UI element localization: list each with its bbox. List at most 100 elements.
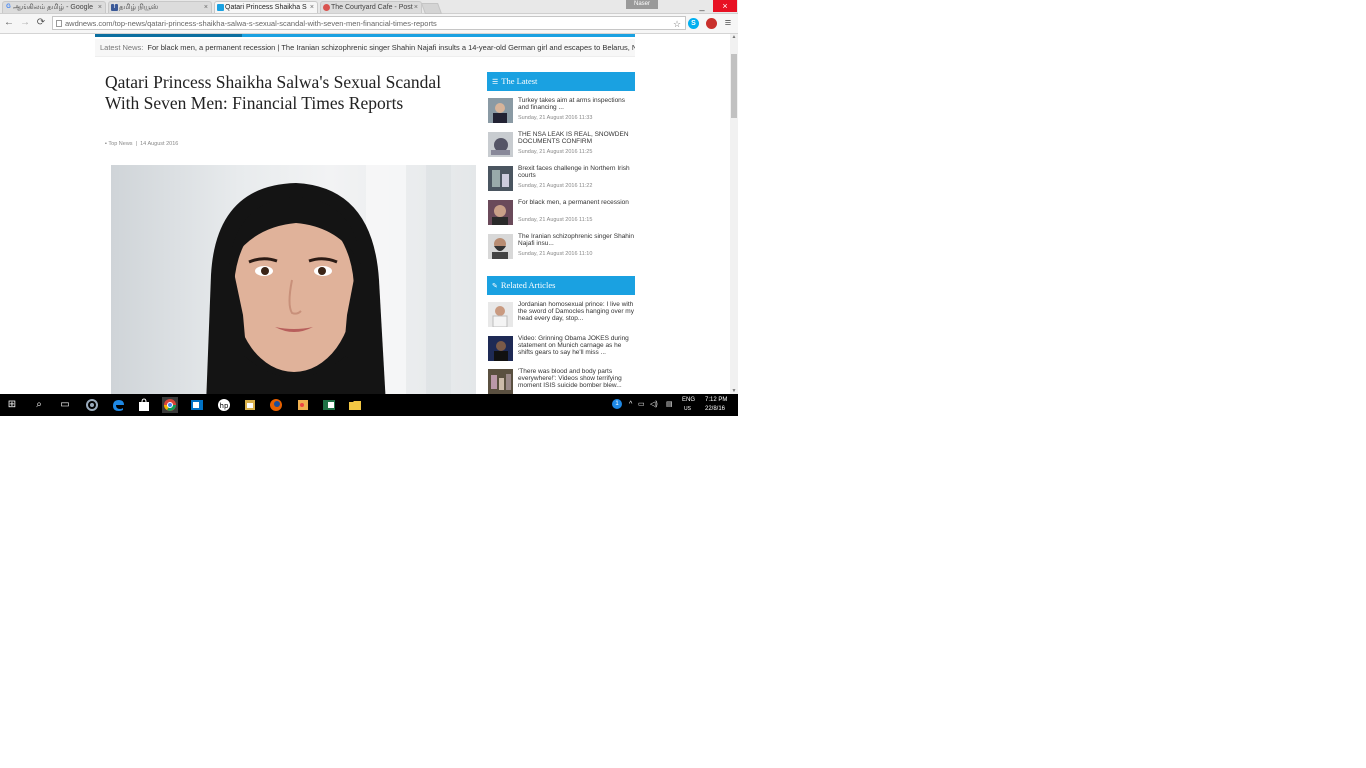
related-item-title[interactable]: 'There was blood and body parts everywhe…: [518, 368, 634, 389]
page-scrollbar[interactable]: ▲ ▼: [730, 34, 738, 394]
thumbnail-image: [488, 369, 513, 394]
scroll-up-arrow[interactable]: ▲: [730, 34, 738, 40]
address-bar[interactable]: awdnews.com/top-news/qatari-princess-sha…: [52, 16, 686, 30]
back-button[interactable]: ←: [3, 17, 15, 29]
browser-tab[interactable]: The Courtyard Cafe - Post ×: [320, 1, 422, 13]
latest-item[interactable]: The Iranian schizophrenic singer Shahin …: [487, 233, 635, 266]
paint-app-icon[interactable]: [295, 397, 311, 413]
settings-app-icon[interactable]: [84, 397, 100, 413]
article-thumbnail[interactable]: [488, 234, 513, 259]
google-icon: G: [6, 4, 11, 10]
clock-time[interactable]: 7:12 PM: [705, 397, 727, 403]
web-page: Latest News: For black men, a permanent r…: [0, 34, 730, 394]
edge-icon: [113, 400, 124, 411]
browser-tab[interactable]: G ஆங்கிலம் தமிழ் - Google ×: [2, 1, 106, 13]
site-icon: [217, 4, 224, 11]
article-thumbnail[interactable]: [488, 98, 513, 123]
menu-icon[interactable]: ≡: [722, 17, 734, 29]
outlook-app-icon[interactable]: [189, 397, 205, 413]
related-item[interactable]: Video: Grinning Obama JOKES during state…: [487, 335, 635, 368]
tab-close-icon[interactable]: ×: [98, 2, 102, 13]
forward-button[interactable]: →: [19, 17, 31, 29]
svg-text:hp: hp: [220, 402, 229, 410]
meta-divider: |: [134, 141, 139, 147]
search-button[interactable]: ⌕: [31, 397, 47, 413]
related-item-title[interactable]: Video: Grinning Obama JOKES during state…: [518, 335, 634, 356]
related-item[interactable]: Jordanian homosexual prince: I live with…: [487, 301, 635, 334]
input-region: US: [684, 406, 691, 412]
latest-item-title[interactable]: For black men, a permanent recession: [518, 199, 634, 206]
latest-item-title[interactable]: Turkey takes aim at arms inspections and…: [518, 97, 634, 111]
reload-button[interactable]: ⟳: [35, 17, 47, 29]
ticker-label: Latest News:: [100, 43, 144, 52]
bookmark-star-icon[interactable]: ☆: [671, 18, 683, 30]
firefox-app-icon[interactable]: [268, 397, 284, 413]
related-item[interactable]: 'There was blood and body parts everywhe…: [487, 368, 635, 394]
network-icon[interactable]: ▭: [638, 400, 645, 409]
profile-button[interactable]: Naser: [626, 0, 658, 9]
skype-icon[interactable]: S: [688, 18, 699, 29]
article-thumbnail[interactable]: [488, 132, 513, 157]
tab-close-icon[interactable]: ×: [310, 2, 314, 13]
article-thumbnail[interactable]: [488, 369, 513, 394]
latest-item-date: Sunday, 21 August 2016 11:25: [518, 149, 593, 155]
file-explorer-app-icon[interactable]: [347, 397, 363, 413]
start-button[interactable]: ⊞: [4, 397, 20, 413]
minimize-button[interactable]: _: [690, 0, 714, 12]
edge-app-icon[interactable]: [110, 397, 126, 413]
ticker-text[interactable]: For black men, a permanent recession | T…: [147, 43, 635, 52]
excel-icon: [323, 400, 335, 410]
task-view-button[interactable]: ▭: [57, 397, 73, 413]
sidebar-heading-text: The Latest: [501, 76, 538, 86]
chrome-app-icon[interactable]: [162, 397, 178, 413]
chevron-up-icon[interactable]: ^: [629, 400, 632, 409]
pin-icon: ✎: [492, 282, 498, 290]
latest-news-ticker[interactable]: Latest News: For black men, a permanent r…: [95, 39, 635, 57]
list-icon: ☰: [492, 78, 499, 86]
url-text: awdnews.com/top-news/qatari-princess-sha…: [65, 19, 437, 28]
latest-item-title[interactable]: THE NSA LEAK IS REAL, SNOWDEN DOCUMENTS …: [518, 131, 634, 145]
excel-app-icon[interactable]: [321, 397, 337, 413]
latest-item-title[interactable]: Brexit faces challenge in Northern Irish…: [518, 165, 634, 179]
notification-badge-icon[interactable]: 1: [612, 399, 622, 409]
latest-item[interactable]: THE NSA LEAK IS REAL, SNOWDEN DOCUMENTS …: [487, 131, 635, 164]
article-thumbnail[interactable]: [488, 166, 513, 191]
article-thumbnail[interactable]: [488, 200, 513, 225]
tab-close-icon[interactable]: ×: [204, 2, 208, 13]
screen: G ஆங்கிலம் தமிழ் - Google × f தமிழ் நியூ…: [0, 0, 738, 416]
thumbnail-image: [488, 132, 513, 157]
article-hero-image: [111, 165, 476, 394]
thumbnail-image: [488, 166, 513, 191]
hp-app-icon[interactable]: hp: [216, 397, 232, 413]
latest-item[interactable]: Turkey takes aim at arms inspections and…: [487, 97, 635, 130]
explorer-app-icon[interactable]: [242, 397, 258, 413]
latest-item-title[interactable]: The Iranian schizophrenic singer Shahin …: [518, 233, 634, 247]
new-tab-button[interactable]: [420, 3, 443, 14]
tab-close-icon[interactable]: ×: [414, 2, 418, 13]
clock-date[interactable]: 22/8/16: [705, 406, 725, 412]
latest-item[interactable]: Brexit faces challenge in Northern Irish…: [487, 165, 635, 198]
latest-item[interactable]: For black men, a permanent recession Sun…: [487, 199, 635, 232]
tab-label: தமிழ் நியூஸ்: [119, 4, 159, 11]
browser-tab[interactable]: f தமிழ் நியூஸ் ×: [108, 1, 212, 13]
related-item-title[interactable]: Jordanian homosexual prince: I live with…: [518, 301, 634, 322]
close-window-button[interactable]: ×: [713, 0, 737, 12]
folder-icon: [349, 401, 361, 410]
action-center-icon[interactable]: ▤: [666, 400, 673, 409]
article-headline: Qatari Princess Shaikha Salwa's Sexual S…: [105, 72, 442, 113]
article-meta: ▪ Top News | 14 August 2016: [105, 141, 178, 147]
sidebar-latest-heading: ☰ The Latest: [487, 72, 635, 91]
article-category[interactable]: Top News: [108, 141, 132, 147]
extension-icon[interactable]: ●: [706, 18, 717, 29]
tab-strip: G ஆங்கிலம் தமிழ் - Google × f தமிழ் நியூ…: [0, 0, 738, 14]
scroll-thumb[interactable]: [731, 54, 737, 118]
browser-tab-active[interactable]: Qatari Princess Shaikha S ×: [214, 1, 318, 13]
volume-icon[interactable]: ◁): [650, 400, 658, 409]
latest-item-date: Sunday, 21 August 2016 11:10: [518, 251, 593, 257]
article-date: 14 August 2016: [140, 141, 179, 147]
article-thumbnail[interactable]: [488, 302, 513, 327]
article-thumbnail[interactable]: [488, 336, 513, 361]
system-tray: 1 ^ ▭ ◁) ▤ ENG US 7:12 PM 22/8/16: [610, 394, 738, 416]
store-app-icon[interactable]: [136, 397, 152, 413]
input-language[interactable]: ENG: [682, 397, 695, 403]
